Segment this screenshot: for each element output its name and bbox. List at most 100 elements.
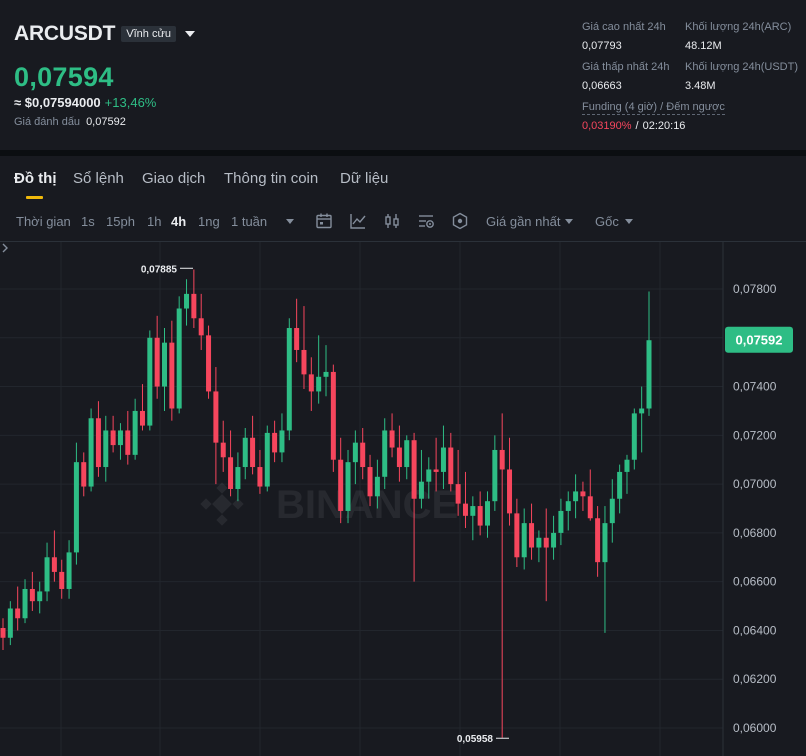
interval-1d[interactable]: 1ng <box>198 214 220 229</box>
candle-body <box>602 523 608 563</box>
main-tabs: Đồ thị Sổ lệnh Giao dịch Thông tin coin … <box>0 156 806 200</box>
chevron-down-icon[interactable] <box>184 31 195 37</box>
candle-body <box>220 442 226 458</box>
candle-body <box>286 328 292 431</box>
candle-body <box>169 342 175 409</box>
interval-15m[interactable]: 15ph <box>106 214 135 229</box>
stat-volume-base: Khối lượng 24h(ARC) 48.12M <box>685 21 791 52</box>
chart-mode-selector[interactable]: Gốc <box>595 214 619 229</box>
candle-body <box>191 293 197 319</box>
y-tick-label: 0,07800 <box>733 282 777 296</box>
candle-body <box>367 467 373 497</box>
candle-body <box>139 410 145 426</box>
stat-high-value: 0,07793 <box>582 40 622 52</box>
candle-body <box>521 523 527 558</box>
y-tick-label: 0,07400 <box>733 380 777 394</box>
tab-trades[interactable]: Giao dịch <box>142 170 205 187</box>
expand-chevron-icon[interactable] <box>0 242 10 254</box>
chart-mode-chevron-icon[interactable] <box>625 219 633 224</box>
candle-body <box>595 518 601 563</box>
price-type-chevron-icon[interactable] <box>565 219 573 224</box>
candle-body <box>15 608 21 619</box>
mark-price-label: Giá đánh dấu <box>14 116 81 128</box>
chart-canvas[interactable]: BINANCE 0,078850,05958 0,078000,076000,0… <box>0 242 806 756</box>
y-tick-label: 0,06600 <box>733 575 777 589</box>
candle-body <box>316 376 322 392</box>
candle-body <box>382 430 388 477</box>
candle-body <box>51 557 57 572</box>
symbol-name[interactable]: ARCUSDT <box>14 22 115 46</box>
candle-body <box>117 430 123 446</box>
stat-low-label: Giá thấp nhất 24h <box>582 61 670 73</box>
chart-settings-icon[interactable] <box>417 212 435 230</box>
candle-body <box>154 337 160 387</box>
candle-body <box>536 537 542 548</box>
tab-data[interactable]: Dữ liệu <box>340 170 388 187</box>
stat-volume-quote: Khối lượng 24h(USDT) 3.48M <box>685 61 798 92</box>
price-axis: 0,078000,076000,074000,072000,070000,068… <box>725 282 793 735</box>
candle-body <box>37 591 43 602</box>
candle-body <box>646 340 652 409</box>
candle-body <box>551 532 557 548</box>
candle-body <box>573 491 579 502</box>
candle-body <box>198 318 204 336</box>
indicator-icon[interactable] <box>349 212 367 230</box>
candle-body <box>440 447 446 472</box>
candle-body <box>558 510 564 533</box>
candle-body <box>455 484 461 504</box>
candle-body <box>66 552 72 589</box>
stat-high-label: Giá cao nhất 24h <box>582 21 666 33</box>
candle-body <box>580 491 586 497</box>
candle-body <box>59 571 65 589</box>
candle-body <box>514 513 520 558</box>
funding-label[interactable]: Funding (4 giờ) / Đếm ngược <box>582 101 725 115</box>
candle-body <box>529 523 535 548</box>
depth-icon[interactable] <box>451 212 469 230</box>
candle-body <box>639 408 645 414</box>
candle-body <box>257 467 263 487</box>
contract-type-badge: Vĩnh cửu <box>121 26 176 42</box>
change-percent: +13,46% <box>104 95 157 110</box>
candle-body <box>477 506 483 526</box>
stat-high: Giá cao nhất 24h 0,07793 <box>582 21 666 52</box>
interval-1w[interactable]: 1 tuần <box>231 214 267 229</box>
candle-body <box>499 449 505 470</box>
candle-body <box>294 328 300 350</box>
interval-more-chevron-icon[interactable] <box>286 219 294 224</box>
candle-body <box>609 498 615 524</box>
candle-body <box>235 467 241 489</box>
stat-volume-quote-value: 3.48M <box>685 80 716 92</box>
high-annotation-label: 0,07885 <box>141 264 178 275</box>
candle-body <box>323 371 329 377</box>
y-tick-label: 0,06800 <box>733 526 777 540</box>
symbol-selector[interactable]: ARCUSDT Vĩnh cửu <box>14 22 195 46</box>
candle-body <box>330 371 336 460</box>
candle-body <box>426 469 432 482</box>
candle-body <box>360 442 366 468</box>
mark-price-value: 0,07592 <box>86 116 126 128</box>
price-type-selector[interactable]: Giá gần nhất <box>486 214 560 229</box>
tab-chart[interactable]: Đồ thị <box>14 170 57 187</box>
market-header: ARCUSDT Vĩnh cửu 0,07594 ≈ $0,07594000 +… <box>0 0 806 150</box>
candle-type-icon[interactable] <box>383 212 401 230</box>
calendar-icon[interactable] <box>315 212 333 230</box>
stat-low-value: 0,06663 <box>582 80 622 92</box>
candle-body <box>147 337 153 426</box>
funding-separator: / <box>635 120 639 132</box>
interval-1s[interactable]: 1s <box>81 214 95 229</box>
candle-body <box>631 413 637 460</box>
interval-4h[interactable]: 4h <box>171 214 186 229</box>
interval-1h[interactable]: 1h <box>147 214 161 229</box>
candle-body <box>396 447 402 468</box>
candlestick-chart[interactable]: BINANCE 0,078850,05958 0,078000,076000,0… <box>0 242 806 756</box>
price-sub-row: ≈ $0,07594000 +13,46% <box>14 95 156 110</box>
time-label: Thời gian <box>16 214 71 229</box>
candle-body <box>88 418 94 487</box>
tab-coin-info[interactable]: Thông tin coin <box>224 170 318 187</box>
candle-body <box>433 469 439 472</box>
stat-volume-base-label: Khối lượng 24h(ARC) <box>685 21 792 33</box>
tab-order-book[interactable]: Sổ lệnh <box>73 170 124 187</box>
candle-body <box>345 462 351 511</box>
candle-body <box>404 440 410 468</box>
candle-body <box>250 437 256 468</box>
